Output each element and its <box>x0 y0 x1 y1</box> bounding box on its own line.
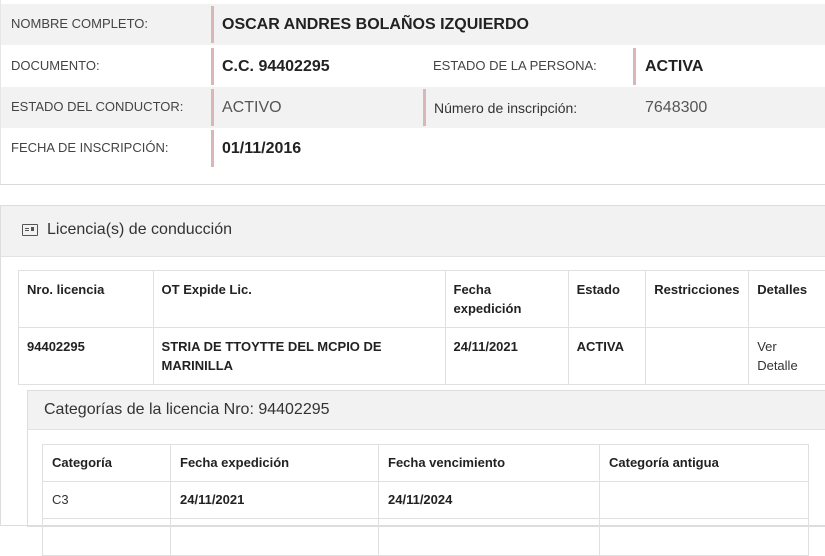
cell-antigua <box>600 482 809 519</box>
cell-estado: ACTIVA <box>568 328 646 385</box>
categorias-panel: Categorías de la licencia Nro: 94402295 … <box>27 390 825 527</box>
row-fecha-inscripcion: FECHA DE INSCRIPCIÓN: 01/11/2016 <box>1 128 825 169</box>
row-nombre: NOMBRE COMPLETO: OSCAR ANDRES BOLAÑOS IZ… <box>1 4 825 45</box>
table-header-row: Categoría Fecha expedición Fecha vencimi… <box>43 445 809 482</box>
cell-nro: 94402295 <box>19 328 154 385</box>
col-categoria: Categoría <box>43 445 171 482</box>
row-documento: DOCUMENTO: C.C. 94402295 ESTADO DE LA PE… <box>1 46 825 87</box>
cell-fecha: 24/11/2021 <box>445 328 568 385</box>
cell-ot: STRIA DE TTOYTTE DEL MCPIO DE MARINILLA <box>153 328 445 385</box>
cell-empty <box>379 519 600 556</box>
documento-label: DOCUMENTO: <box>11 58 100 73</box>
licencias-panel: Licencia(s) de conducción Nro. licencia … <box>0 205 825 526</box>
estado-conductor-label: ESTADO DEL CONDUCTOR: <box>11 99 183 114</box>
col-detalles: Detalles <box>749 271 825 328</box>
cell-empty <box>43 519 171 556</box>
cell-categoria: C3 <box>43 482 171 519</box>
person-info-panel: NOMBRE COMPLETO: OSCAR ANDRES BOLAÑOS IZ… <box>0 0 825 185</box>
documento-value: C.C. 94402295 <box>222 58 330 76</box>
ver-detalle-link[interactable]: Ver Detalle <box>749 328 825 385</box>
licencias-table: Nro. licencia OT Expide Lic. Fecha exped… <box>18 270 825 385</box>
cell-empty <box>171 519 379 556</box>
categorias-title: Categorías de la licencia Nro: 94402295 <box>44 401 330 419</box>
num-inscripcion-value: 7648300 <box>645 99 707 117</box>
cell-empty <box>600 519 809 556</box>
col-fecha-expedicion: Fecha expedición <box>445 271 568 328</box>
col-nro-licencia: Nro. licencia <box>19 271 154 328</box>
estado-persona-value: ACTIVA <box>645 58 703 76</box>
divider <box>211 48 214 85</box>
divider <box>211 89 214 126</box>
cell-restricciones <box>646 328 749 385</box>
estado-persona-label: ESTADO DE LA PERSONA: <box>433 58 597 73</box>
divider <box>423 89 426 126</box>
divider <box>211 6 214 43</box>
cell-expedicion: 24/11/2021 <box>171 482 379 519</box>
table-row: C3 24/11/2021 24/11/2024 <box>43 482 809 519</box>
col-ot-expide: OT Expide Lic. <box>153 271 445 328</box>
table-row <box>43 519 809 556</box>
row-estado-conductor: ESTADO DEL CONDUCTOR: ACTIVO Número de i… <box>1 87 825 128</box>
licencias-title: Licencia(s) de conducción <box>47 221 232 239</box>
col-estado: Estado <box>568 271 646 328</box>
col-fecha-expedicion: Fecha expedición <box>171 445 379 482</box>
table-row: 94402295 STRIA DE TTOYTTE DEL MCPIO DE M… <box>19 328 825 385</box>
fecha-inscripcion-value: 01/11/2016 <box>222 140 301 158</box>
divider <box>211 130 214 167</box>
id-card-icon <box>22 224 38 236</box>
nombre-label: NOMBRE COMPLETO: <box>11 16 148 31</box>
num-inscripcion-label: Número de inscripción: <box>434 100 577 116</box>
col-categoria-antigua: Categoría antigua <box>600 445 809 482</box>
col-restricciones: Restricciones <box>646 271 749 328</box>
col-fecha-vencimiento: Fecha vencimiento <box>379 445 600 482</box>
licencias-header: Licencia(s) de conducción <box>1 206 825 257</box>
fecha-inscripcion-label: FECHA DE INSCRIPCIÓN: <box>11 140 168 155</box>
estado-conductor-value: ACTIVO <box>222 99 282 117</box>
cell-vencimiento: 24/11/2024 <box>379 482 600 519</box>
table-header-row: Nro. licencia OT Expide Lic. Fecha exped… <box>19 271 825 328</box>
categorias-header: Categorías de la licencia Nro: 94402295 <box>28 391 825 430</box>
nombre-value: OSCAR ANDRES BOLAÑOS IZQUIERDO <box>222 16 529 34</box>
categorias-table: Categoría Fecha expedición Fecha vencimi… <box>42 444 809 556</box>
divider <box>633 48 636 85</box>
